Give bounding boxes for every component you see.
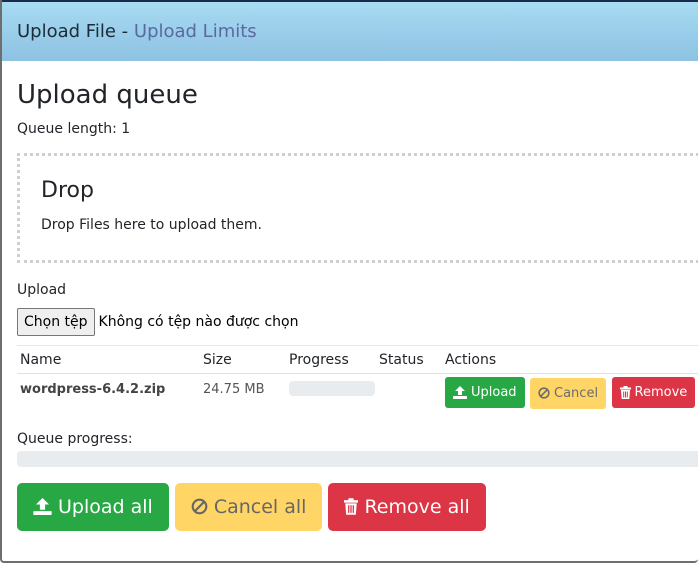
trash-icon [344, 498, 359, 515]
file-progress-bar [289, 381, 375, 396]
bulk-actions: Upload all Cancel all Remove all [17, 482, 698, 531]
upload-icon [453, 386, 467, 399]
cancel-button[interactable]: Cancel [530, 377, 607, 409]
modal-body: Upload queue Queue length: 1 Drop Drop F… [2, 79, 698, 531]
file-status: Không có tệp nào được chọn [98, 314, 299, 330]
upload-all-label: Upload all [58, 495, 153, 518]
queue-length: Queue length: 1 [17, 121, 131, 137]
choose-file-button[interactable]: Chọn tệp [17, 308, 95, 336]
cancel-all-label: Cancel all [213, 495, 307, 518]
trash-icon [619, 386, 631, 399]
column-header-name: Name [17, 345, 200, 374]
column-header-progress: Progress [286, 345, 376, 374]
upload-all-button[interactable]: Upload all [17, 482, 169, 531]
modal-title-text: Upload File [17, 21, 116, 42]
table-header-row: Name Size Progress Status Actions [17, 345, 698, 374]
title-separator: - [121, 21, 129, 42]
remove-button-label: Remove [634, 385, 688, 400]
modal-subtitle: Upload Limits [133, 21, 257, 42]
ban-icon [538, 387, 550, 399]
upload-icon [33, 498, 52, 515]
cancel-button-label: Cancel [554, 385, 599, 401]
queue-title: Upload queue [17, 80, 198, 110]
file-status-cell [376, 374, 442, 409]
cancel-all-button[interactable]: Cancel all [174, 482, 323, 531]
file-input: Chọn tệp Không có tệp nào được chọn [17, 308, 698, 336]
upload-label: Upload [17, 282, 67, 298]
drop-zone-text: Drop Files here to upload them. [41, 217, 262, 233]
column-header-status: Status [376, 345, 442, 374]
remove-all-button[interactable]: Remove all [328, 482, 486, 531]
file-progress-cell [286, 374, 376, 409]
upload-modal: Upload File - Upload Limits Upload queue… [0, 0, 698, 563]
ban-icon [191, 498, 208, 515]
table-row: wordpress-6.4.2.zip 24.75 MB Upload Canc… [17, 374, 698, 409]
queue-progress-bar [17, 450, 698, 467]
modal-title: Upload File - Upload Limits [17, 21, 257, 42]
remove-all-label: Remove all [364, 495, 470, 518]
upload-button[interactable]: Upload [445, 377, 525, 408]
modal-header: Upload File - Upload Limits [2, 0, 698, 61]
file-name: wordpress-6.4.2.zip [20, 382, 166, 397]
upload-button-label: Upload [471, 385, 517, 400]
remove-button[interactable]: Remove [611, 377, 696, 408]
queue-table: Name Size Progress Status Actions wordpr… [17, 345, 698, 409]
file-size: 24.75 MB [203, 382, 265, 397]
drop-zone[interactable]: Drop Drop Files here to upload them. [17, 153, 698, 263]
file-actions: Upload Cancel Remove [442, 374, 698, 409]
column-header-actions: Actions [442, 345, 698, 374]
drop-zone-title: Drop [41, 178, 94, 203]
queue-progress-label: Queue progress: [17, 430, 133, 447]
column-header-size: Size [200, 345, 286, 374]
